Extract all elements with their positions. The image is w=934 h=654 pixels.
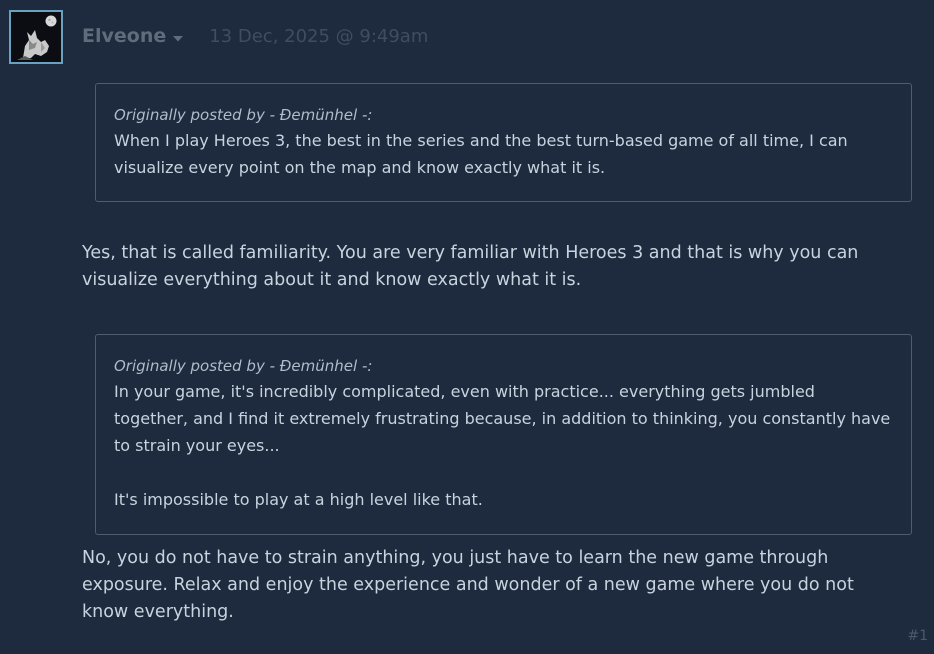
quote-header: Originally posted by - Ðemünhel -: (114, 104, 893, 126)
quote-author[interactable]: - Ðemünhel -: (270, 106, 373, 124)
avatar[interactable] (9, 10, 63, 64)
reply-text: Yes, that is called familiarity. You are… (82, 243, 859, 290)
quote-block: Originally posted by - Ðemünhel -: When … (95, 83, 912, 202)
quote-author[interactable]: - Ðemünhel -: (270, 357, 373, 375)
quote-block: Originally posted by - Ðemünhel -: In yo… (95, 334, 912, 535)
post-header: Elveone 13 Dec, 2025 @ 9:49am (82, 24, 428, 48)
chevron-down-icon[interactable] (172, 28, 184, 47)
quote-text: In your game, it's incredibly complicate… (114, 382, 891, 455)
author-name[interactable]: Elveone (82, 25, 166, 47)
avatar-image (11, 12, 61, 62)
reply-text: No, you do not have to strain anything, … (82, 548, 854, 622)
quote-label: Originally posted by (114, 357, 265, 375)
quote-text: When I play Heroes 3, the best in the se… (114, 131, 848, 177)
quote-header: Originally posted by - Ðemünhel -: (114, 355, 893, 377)
quote-label: Originally posted by (114, 106, 265, 124)
quote-text: It's impossible to play at a high level … (114, 490, 483, 509)
post-number[interactable]: #1 (907, 628, 928, 644)
post-date: 13 Dec, 2025 @ 9:49am (209, 25, 429, 47)
